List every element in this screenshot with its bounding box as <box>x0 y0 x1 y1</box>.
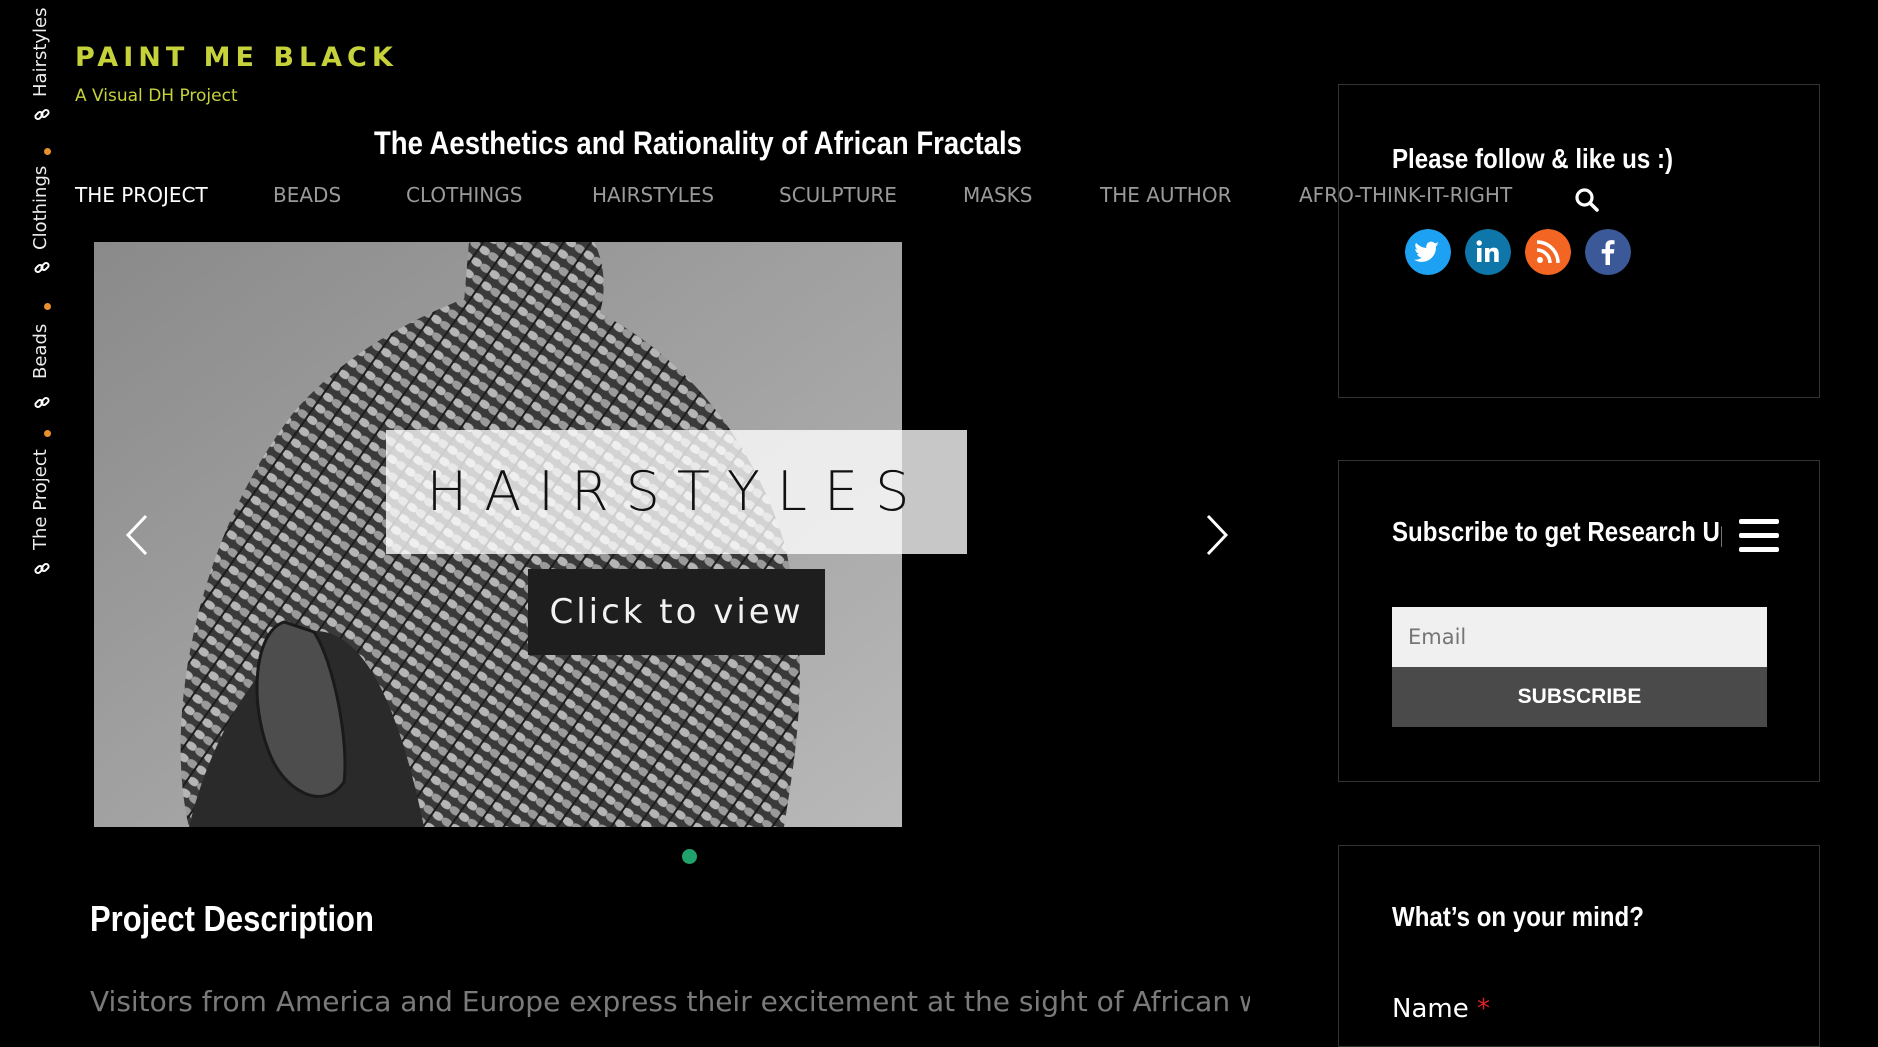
link-icon <box>34 562 50 575</box>
nav-beads[interactable]: BEADS <box>273 183 341 207</box>
side-nav-beads[interactable]: Beads <box>30 324 51 379</box>
side-nav-hairstyles[interactable]: Hairstyles <box>30 7 51 97</box>
subscribe-title: Subscribe to get Research Updates <box>1392 516 1722 547</box>
page-headline: The Aesthetics and Rationality of Africa… <box>374 125 1022 161</box>
link-icon <box>34 261 50 274</box>
slide-caption: HAIRSTYLES <box>426 460 927 523</box>
nav-the-author[interactable]: THE AUTHOR <box>1100 183 1231 207</box>
subscribe-button[interactable]: SUBSCRIBE <box>1392 667 1767 727</box>
twitter-icon[interactable] <box>1405 229 1451 275</box>
link-icon <box>34 396 50 409</box>
nav-hairstyles[interactable]: HAIRSTYLES <box>592 183 714 207</box>
nav-sculpture[interactable]: SCULPTURE <box>779 183 897 207</box>
slider-dot-indicator[interactable] <box>682 849 697 864</box>
side-nav: Hairstyles Clothings Beads The Project <box>10 5 68 585</box>
required-mark: * <box>1476 994 1490 1024</box>
site-tagline: A Visual DH Project <box>75 86 238 106</box>
email-input[interactable] <box>1392 607 1767 667</box>
section-title: Project Description <box>90 898 374 939</box>
slider-next-arrow-icon[interactable] <box>1200 510 1232 560</box>
slider-prev-arrow-icon[interactable] <box>122 510 154 560</box>
name-field-label: Name * <box>1392 994 1490 1024</box>
linkedin-icon[interactable] <box>1465 229 1511 275</box>
facebook-icon[interactable] <box>1585 229 1631 275</box>
link-icon <box>34 108 50 121</box>
side-nav-the-project[interactable]: The Project <box>30 449 51 550</box>
click-to-view-button[interactable]: Click to view <box>528 569 825 655</box>
name-label-text: Name <box>1392 994 1469 1024</box>
follow-title: Please follow & like us :) <box>1392 143 1674 174</box>
separator-dot <box>44 303 51 310</box>
site-title[interactable]: PAINT ME BLACK <box>75 42 398 73</box>
separator-dot <box>44 148 51 155</box>
nav-clothings[interactable]: CLOTHINGS <box>406 183 522 207</box>
subscribe-widget: Subscribe to get Research Updates SUBSCR… <box>1338 460 1820 782</box>
follow-widget: Please follow & like us :) <box>1338 84 1820 398</box>
comment-widget: What’s on your mind? Name * <box>1338 845 1820 1047</box>
side-nav-clothings[interactable]: Clothings <box>30 166 51 250</box>
section-text: Visitors from America and Europe express… <box>90 985 1250 1018</box>
nav-the-project[interactable]: THE PROJECT <box>75 183 208 207</box>
comment-title: What’s on your mind? <box>1392 901 1644 932</box>
rss-icon[interactable] <box>1525 229 1571 275</box>
menu-icon[interactable] <box>1739 517 1779 555</box>
separator-dot <box>44 430 51 437</box>
nav-masks[interactable]: MASKS <box>963 183 1032 207</box>
